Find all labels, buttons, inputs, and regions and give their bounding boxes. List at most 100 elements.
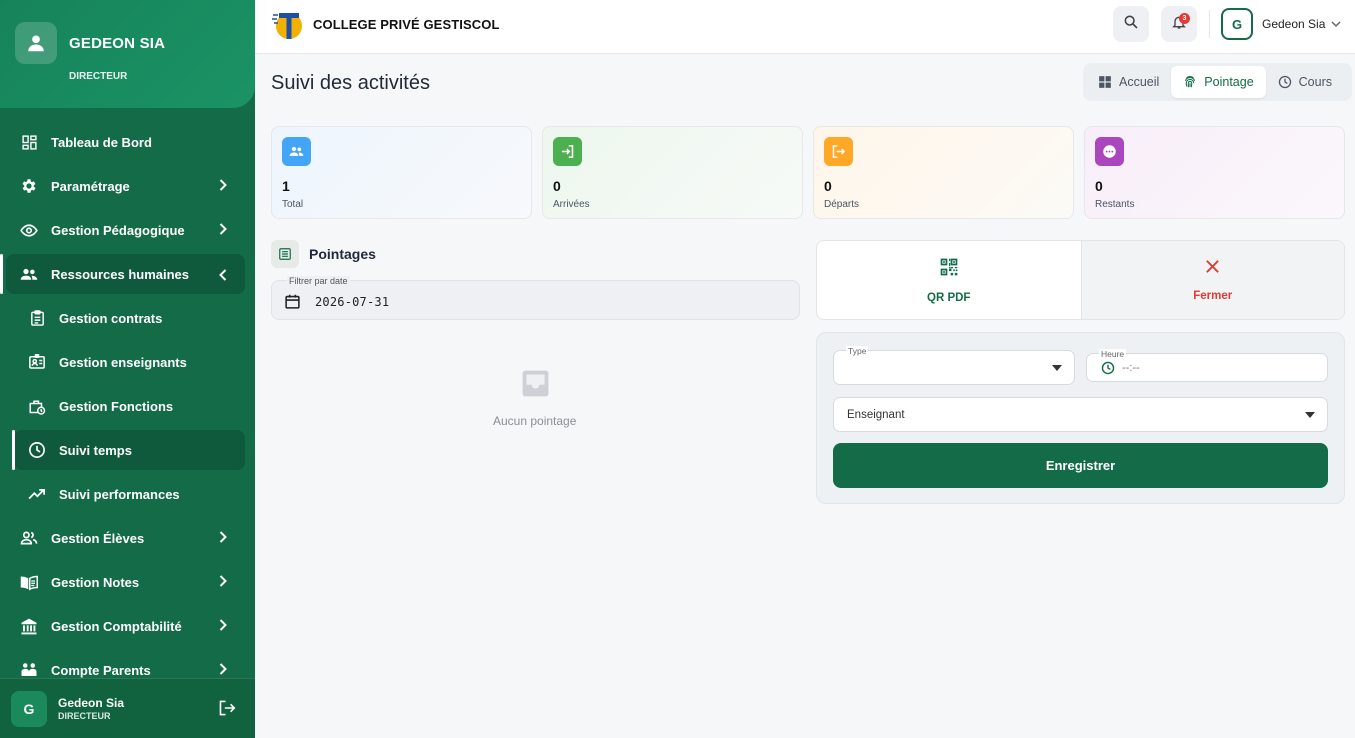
heure-label: Heure xyxy=(1099,349,1127,359)
more-horizontal-icon xyxy=(1095,137,1124,166)
trending-up-icon xyxy=(28,485,46,503)
top-bar: COLLEGE PRIVÉ GESTISCOL 3 G Gedeon Sia xyxy=(255,0,1355,54)
stat-label: Restants xyxy=(1095,199,1135,210)
sidebar-item-suivi-temps[interactable]: Suivi temps xyxy=(12,430,245,470)
stat-card-arrivees: 0 Arrivées xyxy=(542,126,803,219)
logout-icon[interactable] xyxy=(218,700,236,721)
empty-state-text: Aucun pointage xyxy=(493,414,577,428)
tab-label: Accueil xyxy=(1119,75,1160,89)
chevron-right-icon xyxy=(219,663,227,678)
sidebar-item-suivi-performances[interactable]: Suivi performances xyxy=(0,472,255,516)
caret-down-icon xyxy=(1052,365,1062,371)
save-button[interactable]: Enregistrer xyxy=(833,443,1328,488)
sidebar-item-gestion-eleves[interactable]: Gestion Élèves xyxy=(0,516,255,560)
inbox-icon xyxy=(520,368,551,404)
sidebar-item-gestion-enseignants[interactable]: Gestion enseignants xyxy=(0,340,255,384)
sidebar-item-label: Gestion enseignants xyxy=(59,354,187,370)
clock-icon xyxy=(1278,75,1292,89)
page-title: Suivi des activités xyxy=(271,72,430,94)
heure-input[interactable]: Heure --:-- xyxy=(1086,349,1328,382)
action-tabs: QR PDF Fermer xyxy=(816,240,1345,320)
sidebar-item-gestion-contrats[interactable]: Gestion contrats xyxy=(0,296,255,340)
type-select[interactable]: Type xyxy=(833,346,1075,385)
sidebar-user-role: DIRECTEUR xyxy=(69,71,128,82)
enseignant-select[interactable]: Enseignant xyxy=(833,397,1328,432)
stat-value: 0 xyxy=(824,178,832,194)
notification-badge: 3 xyxy=(1179,13,1190,24)
bank-icon xyxy=(20,617,38,635)
caret-down-icon xyxy=(1305,412,1315,418)
sidebar: GEDEON SIA DIRECTEUR Tableau de Bord Par… xyxy=(0,0,255,738)
stat-label: Arrivées xyxy=(553,199,590,210)
qr-pdf-button[interactable]: QR PDF xyxy=(817,241,1081,319)
sidebar-item-label: Tableau de Bord xyxy=(51,134,152,150)
clock-icon xyxy=(1101,361,1115,380)
stat-value: 0 xyxy=(553,178,561,194)
chevron-down-icon xyxy=(1331,15,1341,33)
date-filter-value: 2026-07-31 xyxy=(315,295,390,309)
date-filter-label: Filtrer par date xyxy=(287,276,350,286)
sidebar-item-label: Compte Parents xyxy=(51,662,151,678)
sidebar-item-gestion-notes[interactable]: Gestion Notes xyxy=(0,560,255,604)
sidebar-profile-header: GEDEON SIA DIRECTEUR xyxy=(0,0,255,108)
calendar-icon xyxy=(284,293,301,315)
sidebar-item-gestion-fonctions[interactable]: Gestion Fonctions xyxy=(0,384,255,428)
date-filter-input[interactable]: Filtrer par date 2026-07-31 xyxy=(271,276,800,320)
qr-code-icon xyxy=(939,257,959,282)
sidebar-item-parametrage[interactable]: Paramétrage xyxy=(0,164,255,208)
search-icon xyxy=(1123,14,1139,35)
stat-value: 0 xyxy=(1095,178,1103,194)
login-icon xyxy=(553,137,582,166)
sidebar-item-label: Gestion Fonctions xyxy=(59,398,174,414)
qr-pdf-label: QR PDF xyxy=(927,291,971,304)
enseignant-value: Enseignant xyxy=(847,409,905,421)
eye-icon xyxy=(20,221,38,239)
user-menu[interactable]: G Gedeon Sia xyxy=(1221,6,1341,42)
stat-value: 1 xyxy=(282,178,290,194)
footer-user-role: DIRECTEUR xyxy=(58,711,111,721)
sidebar-nav: Tableau de Bord Paramétrage Gestion Péda… xyxy=(0,120,255,692)
divider xyxy=(1209,10,1210,38)
chevron-right-icon xyxy=(219,223,227,238)
fingerprint-icon xyxy=(1183,75,1197,89)
close-button[interactable]: Fermer xyxy=(1080,241,1344,319)
sidebar-item-label: Gestion Pédagogique xyxy=(51,222,185,238)
notifications-button[interactable]: 3 xyxy=(1161,6,1197,42)
tab-cours[interactable]: Cours xyxy=(1266,66,1344,98)
sidebar-item-ressources-humaines[interactable]: Ressources humaines xyxy=(0,254,245,294)
family-icon xyxy=(20,661,38,679)
view-switcher: Accueil Pointage Cours xyxy=(1083,63,1352,101)
list-icon xyxy=(271,240,299,268)
search-button[interactable] xyxy=(1113,6,1149,42)
sidebar-item-label: Gestion Comptabilité xyxy=(51,618,182,634)
sidebar-item-gestion-comptabilite[interactable]: Gestion Comptabilité xyxy=(0,604,255,648)
students-icon xyxy=(20,529,38,547)
pointage-form: Type Heure --:-- Enseignant Enregistrer xyxy=(816,332,1345,504)
heure-value: --:-- xyxy=(1122,362,1140,374)
sidebar-footer: G Gedeon Sia DIRECTEUR xyxy=(0,678,255,738)
stat-card-restants: 0 Restants xyxy=(1084,126,1345,219)
avatar: G xyxy=(11,691,47,727)
sidebar-item-label: Paramétrage xyxy=(51,178,130,194)
tab-accueil[interactable]: Accueil xyxy=(1086,66,1171,98)
school-logo xyxy=(271,9,305,41)
sidebar-item-label: Gestion Élèves xyxy=(51,530,145,546)
footer-user-name: Gedeon Sia xyxy=(58,696,125,710)
briefcase-clock-icon xyxy=(28,397,46,415)
sidebar-item-label: Suivi temps xyxy=(59,442,132,458)
people-icon xyxy=(282,137,311,166)
chevron-right-icon xyxy=(219,619,227,634)
sidebar-item-gestion-pedagogique[interactable]: Gestion Pédagogique xyxy=(0,208,255,252)
tab-pointage[interactable]: Pointage xyxy=(1171,66,1266,98)
gear-icon xyxy=(20,177,38,195)
chevron-right-icon xyxy=(219,531,227,546)
tab-label: Cours xyxy=(1298,75,1332,89)
sidebar-user-name: GEDEON SIA xyxy=(69,35,166,52)
sidebar-item-tableau-de-bord[interactable]: Tableau de Bord xyxy=(0,120,255,164)
clipboard-icon xyxy=(28,309,46,327)
tab-label: Pointage xyxy=(1204,75,1254,89)
stat-label: Départs xyxy=(824,199,860,210)
avatar: G xyxy=(1221,8,1253,40)
chevron-right-icon xyxy=(219,575,227,590)
id-card-icon xyxy=(28,353,46,371)
